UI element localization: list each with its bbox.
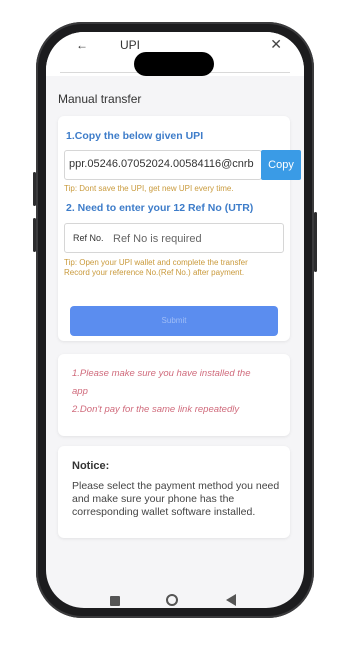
step2-label: 2. Need to enter your 12 Ref No (UTR) xyxy=(66,202,254,214)
power-button xyxy=(314,212,317,272)
warning-line3: 2.Don't pay for the same link repeatedly xyxy=(72,404,240,415)
tip-wallet-line1: Tip: Open your UPI wallet and complete t… xyxy=(64,258,248,267)
copy-button[interactable]: Copy xyxy=(261,150,301,180)
warning-line2: app xyxy=(72,386,88,397)
volume-button xyxy=(33,218,36,252)
upi-payment-card: 1.Copy the below given UPI ppr.05246.070… xyxy=(58,116,301,341)
triangle-back-icon[interactable] xyxy=(226,594,236,606)
system-nav-bar xyxy=(46,578,304,608)
section-title: Manual transfer xyxy=(58,92,142,106)
ref-label: Ref No. xyxy=(73,233,104,243)
ref-no-input[interactable] xyxy=(111,228,283,250)
tip-upi: Tip: Dont save the UPI, get new UPI ever… xyxy=(64,184,234,193)
upi-value: ppr.05246.07052024.00584116@cnrb xyxy=(69,158,254,170)
close-icon[interactable]: ✕ xyxy=(270,36,282,53)
notice-title: Notice: xyxy=(72,460,110,472)
upi-field[interactable]: ppr.05246.07052024.00584116@cnrb xyxy=(64,150,262,180)
back-arrow-icon[interactable]: ← xyxy=(76,38,88,52)
warning-card: 1.Please make sure you have installed th… xyxy=(58,354,290,436)
warning-line1: 1.Please make sure you have installed th… xyxy=(72,368,251,379)
submit-button[interactable]: Submit xyxy=(70,306,278,336)
ref-field: Ref No. xyxy=(64,223,284,253)
square-icon[interactable] xyxy=(110,596,120,606)
tip-wallet-line2: Record your reference No.(Ref No.) after… xyxy=(64,268,245,277)
volume-button xyxy=(33,172,36,206)
page-title: UPI xyxy=(120,38,141,52)
dynamic-island xyxy=(134,52,214,76)
phone-frame: ← UPI ✕ Manual transfer 1.Copy the below… xyxy=(33,22,317,618)
circle-icon[interactable] xyxy=(166,594,178,606)
screen: ← UPI ✕ Manual transfer 1.Copy the below… xyxy=(46,32,304,608)
step1-label: 1.Copy the below given UPI xyxy=(66,130,204,142)
notice-card: Notice: Please select the payment method… xyxy=(58,446,290,538)
notice-text: Please select the payment method you nee… xyxy=(72,480,280,518)
